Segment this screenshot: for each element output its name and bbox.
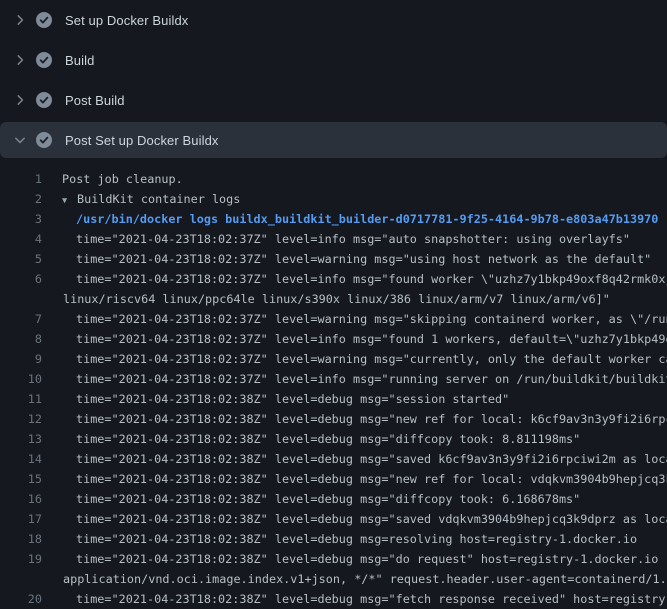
log-row: 18 time="2021-04-23T18:02:38Z" level=debu… [0, 529, 667, 549]
log-line-text: time="2021-04-23T18:02:37Z" level=info m… [76, 369, 667, 389]
log-row: 8 time="2021-04-23T18:02:37Z" level=info … [0, 329, 667, 349]
log-row: 20 time="2021-04-23T18:02:38Z" level=debu… [0, 589, 667, 609]
log-line-number[interactable]: 1 [0, 169, 42, 189]
log-line-number[interactable]: 12 [0, 409, 42, 429]
log-lines: 1 Post job cleanup. 2 ▼BuildKit container l… [0, 160, 667, 609]
log-line-number[interactable]: 19 [0, 549, 42, 569]
log-row: 15 time="2021-04-23T18:02:38Z" level=debu… [0, 469, 667, 489]
log-row: application/vnd.oci.image.index.v1+json,… [0, 569, 667, 589]
log-row: 4 time="2021-04-23T18:02:37Z" level=info … [0, 229, 667, 249]
log-row: 5 time="2021-04-23T18:02:37Z" level=warni… [0, 249, 667, 269]
log-line-number[interactable]: 6 [0, 269, 42, 289]
log-line-number[interactable]: 16 [0, 489, 42, 509]
log-line-text: ▼BuildKit container logs [62, 189, 240, 209]
log-line-text: time="2021-04-23T18:02:38Z" level=debug … [76, 529, 637, 549]
log-line-text: time="2021-04-23T18:02:38Z" level=debug … [76, 469, 667, 489]
log-line-number[interactable]: 5 [0, 249, 42, 269]
chevron-down-icon[interactable] [12, 132, 28, 148]
log-line-text: time="2021-04-23T18:02:38Z" level=debug … [76, 489, 580, 509]
chevron-right-icon[interactable] [12, 92, 28, 108]
log-row: 10 time="2021-04-23T18:02:37Z" level=info… [0, 369, 667, 389]
step-header-set-up-docker-buildx[interactable]: Set up Docker Buildx [0, 0, 667, 40]
log-line-text: time="2021-04-23T18:02:38Z" level=debug … [76, 449, 667, 469]
log-row: 14 time="2021-04-23T18:02:38Z" level=debu… [0, 449, 667, 469]
log-row: 2 ▼BuildKit container logs [0, 189, 667, 209]
step-label: Post Build [65, 93, 125, 108]
check-circle-icon [36, 132, 52, 148]
log-line-number[interactable]: 7 [0, 309, 42, 329]
log-line-text: time="2021-04-23T18:02:38Z" level=debug … [76, 429, 580, 449]
log-line-text: Post job cleanup. [62, 169, 183, 189]
chevron-right-icon[interactable] [12, 12, 28, 28]
log-line-text: time="2021-04-23T18:02:38Z" level=debug … [76, 589, 667, 609]
group-collapse-triangle-icon[interactable]: ▼ [62, 191, 77, 211]
log-row: 1 Post job cleanup. [0, 169, 667, 189]
log-row: linux/riscv64 linux/ppc64le linux/s390x … [0, 289, 667, 309]
log-line-number[interactable]: 4 [0, 229, 42, 249]
chevron-right-icon[interactable] [12, 52, 28, 68]
log-row: 11 time="2021-04-23T18:02:38Z" level=debu… [0, 389, 667, 409]
log-line-number[interactable]: 2 [0, 189, 42, 209]
log-row: 7 time="2021-04-23T18:02:37Z" level=warni… [0, 309, 667, 329]
log-line-text: time="2021-04-23T18:02:38Z" level=debug … [76, 549, 667, 569]
step-label: Build [65, 53, 94, 68]
log-line-text: time="2021-04-23T18:02:37Z" level=info m… [76, 229, 630, 249]
log-row: 12 time="2021-04-23T18:02:38Z" level=debu… [0, 409, 667, 429]
log-line-number[interactable]: 14 [0, 449, 42, 469]
log-line-number[interactable]: 8 [0, 329, 42, 349]
log-line-number [0, 289, 42, 309]
log-line-text: time="2021-04-23T18:02:37Z" level=info m… [76, 329, 667, 349]
step-list: Set up Docker Buildx Build Post Build Post … [0, 0, 667, 158]
log-row: 9 time="2021-04-23T18:02:37Z" level=warni… [0, 349, 667, 369]
step-header-build[interactable]: Build [0, 40, 667, 80]
check-circle-icon [36, 92, 52, 108]
step-header-post-set-up-docker-buildx[interactable]: Post Set up Docker Buildx [0, 122, 667, 158]
log-line-number[interactable]: 20 [0, 589, 42, 609]
log-line-text: application/vnd.oci.image.index.v1+json,… [63, 569, 667, 589]
step-header-post-build[interactable]: Post Build [0, 80, 667, 120]
log-line-number[interactable]: 3 [0, 209, 42, 229]
log-line-number[interactable]: 10 [0, 369, 42, 389]
log-command-text: /usr/bin/docker logs buildx_buildkit_bui… [76, 209, 658, 229]
log-line-text: time="2021-04-23T18:02:38Z" level=debug … [76, 409, 667, 429]
step-label: Set up Docker Buildx [65, 13, 188, 28]
log-row: 3/usr/bin/docker logs buildx_buildkit_bu… [0, 209, 667, 229]
log-line-text: time="2021-04-23T18:02:37Z" level=warnin… [76, 249, 651, 269]
log-line-text: time="2021-04-23T18:02:37Z" level=warnin… [76, 309, 667, 329]
log-line-number [0, 569, 42, 589]
log-line-text: time="2021-04-23T18:02:38Z" level=debug … [76, 509, 667, 529]
log-line-text: time="2021-04-23T18:02:37Z" level=info m… [76, 269, 667, 289]
log-row: 16 time="2021-04-23T18:02:38Z" level=debu… [0, 489, 667, 509]
log-row: 13 time="2021-04-23T18:02:38Z" level=debu… [0, 429, 667, 449]
check-circle-icon [36, 12, 52, 28]
check-circle-icon [36, 52, 52, 68]
log-line-text: time="2021-04-23T18:02:37Z" level=warnin… [76, 349, 667, 369]
log-row: 19 time="2021-04-23T18:02:38Z" level=debu… [0, 549, 667, 569]
log-line-number[interactable]: 18 [0, 529, 42, 549]
log-line-text: linux/riscv64 linux/ppc64le linux/s390x … [63, 289, 610, 309]
log-line-number[interactable]: 9 [0, 349, 42, 369]
step-label: Post Set up Docker Buildx [65, 133, 219, 148]
log-row: 17 time="2021-04-23T18:02:38Z" level=debu… [0, 509, 667, 529]
log-line-number[interactable]: 11 [0, 389, 42, 409]
log-group-title: BuildKit container logs [77, 192, 240, 206]
log-row: 6 time="2021-04-23T18:02:37Z" level=info … [0, 269, 667, 289]
log-line-text: time="2021-04-23T18:02:38Z" level=debug … [76, 389, 509, 409]
log-line-number[interactable]: 17 [0, 509, 42, 529]
log-line-number[interactable]: 13 [0, 429, 42, 449]
log-line-number[interactable]: 15 [0, 469, 42, 489]
